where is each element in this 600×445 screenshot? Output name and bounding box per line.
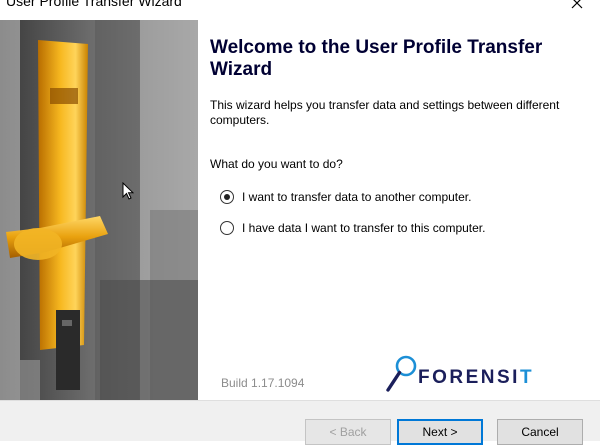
- cancel-button[interactable]: Cancel: [497, 419, 583, 445]
- close-button[interactable]: [554, 0, 600, 20]
- logo-text: FORENSI: [418, 367, 520, 388]
- radio-button[interactable]: [220, 221, 234, 235]
- intro-text: This wizard helps you transfer data and …: [210, 98, 560, 127]
- logo-text-accent: T: [519, 367, 535, 388]
- title-bar: User Profile Transfer Wizard: [0, 0, 600, 20]
- wizard-content: Welcome to the User Profile Transfer Wiz…: [198, 20, 600, 400]
- page-title: Welcome to the User Profile Transfer Wiz…: [210, 37, 543, 80]
- option-label: I have data I want to transfer to this c…: [242, 221, 486, 235]
- close-icon: [571, 0, 583, 9]
- option-transfer-to-this[interactable]: I have data I want to transfer to this c…: [220, 219, 485, 237]
- button-bar: < Back Next > Cancel: [0, 400, 600, 445]
- magnifier-icon: [386, 355, 417, 392]
- window-title: User Profile Transfer Wizard: [6, 0, 182, 9]
- back-button[interactable]: < Back: [305, 419, 391, 445]
- radio-button-selected[interactable]: [220, 190, 234, 204]
- question-label: What do you want to do?: [210, 157, 343, 171]
- mouse-cursor-icon: [122, 182, 134, 200]
- forensit-logo: FORENSIT: [386, 354, 576, 394]
- side-banner-image: [0, 20, 198, 400]
- next-button[interactable]: Next >: [397, 419, 483, 445]
- build-version: Build 1.17.1094: [221, 376, 305, 390]
- option-transfer-to-another[interactable]: I want to transfer data to another compu…: [220, 188, 471, 206]
- option-label: I want to transfer data to another compu…: [242, 190, 472, 204]
